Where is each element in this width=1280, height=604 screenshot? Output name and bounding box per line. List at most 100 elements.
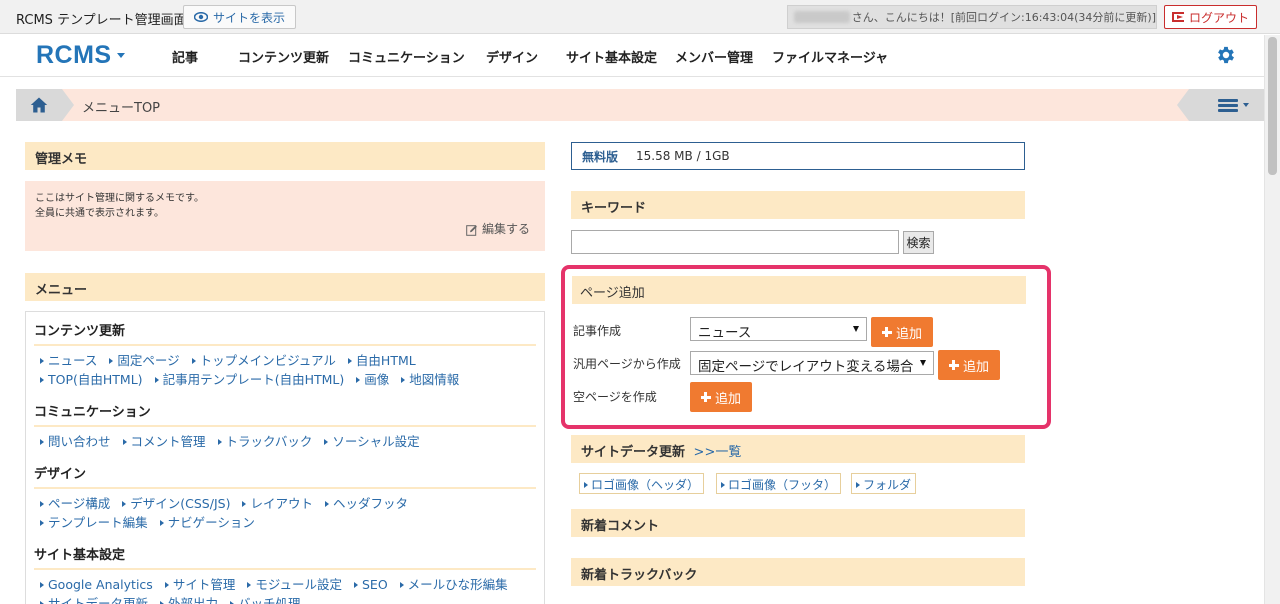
search-button[interactable]: 検索	[903, 231, 934, 254]
memo-box: ここはサイト管理に関するメモです。 全員に共通で表示されます。 編集する	[25, 181, 545, 251]
brand-logo[interactable]: RCMS	[36, 41, 112, 70]
menu-link-fixed-page[interactable]: 固定ページ	[109, 351, 179, 370]
chevron-down-icon	[920, 360, 926, 366]
menu-section-site-settings: サイト基本設定 Google Analytics サイト管理 モジュール設定 SEO メ…	[34, 544, 536, 604]
menu-link-comments[interactable]: コメント管理	[123, 432, 206, 451]
storage-usage: 無料版 15.58 MB / 1GB	[571, 142, 1025, 170]
logout-label: ログアウト	[1188, 10, 1249, 25]
menu-section-communication: コミュニケーション 問い合わせ コメント管理 トラックバック ソーシャル設定	[34, 401, 536, 451]
site-data-folder[interactable]: フォルダ	[851, 473, 917, 494]
menu-link-top-visual[interactable]: トップメインビジュアル	[192, 351, 336, 370]
site-data-logo-footer[interactable]: ロゴ画像（フッタ）	[716, 473, 842, 494]
add-article-label: 追加	[895, 326, 922, 342]
menu-link-inquiry[interactable]: 問い合わせ	[40, 432, 111, 451]
eye-icon	[194, 12, 208, 22]
breadcrumb-current: メニューTOP	[82, 101, 161, 116]
menu-caret-icon	[1243, 103, 1249, 107]
menu-link-page-structure[interactable]: ページ構成	[40, 494, 110, 513]
logout-icon	[1171, 12, 1184, 22]
nav-item-articles[interactable]: 記事	[172, 47, 198, 66]
site-data-logo-header[interactable]: ロゴ画像（ヘッダ）	[579, 473, 705, 494]
keyword-input[interactable]	[571, 230, 899, 254]
add-empty-page-label: 追加	[714, 391, 741, 407]
menu-link-css-js[interactable]: デザイン(CSS/JS)	[122, 494, 230, 513]
page-scrollbar[interactable]	[1264, 35, 1280, 604]
article-create-label: 記事作成	[573, 324, 622, 338]
add-empty-page-button[interactable]: 追加	[690, 382, 752, 412]
menu-section-design: デザイン ページ構成 デザイン(CSS/JS) レイアウト ヘッダフッタ テンプレート…	[34, 463, 536, 532]
article-type-select[interactable]: ニュース	[690, 317, 867, 341]
app-title: RCMS テンプレート管理画面	[16, 13, 187, 28]
keyword-header: キーワード	[571, 191, 1025, 219]
page-add-header: ページ追加	[572, 276, 1026, 304]
hamburger-icon	[1218, 99, 1238, 112]
add-generic-page-label: 追加	[962, 359, 989, 375]
menu-header: メニュー	[25, 273, 545, 301]
view-site-label: サイトを表示	[213, 10, 286, 25]
plus-icon	[881, 327, 892, 337]
menu-link-google-analytics[interactable]: Google Analytics	[40, 575, 153, 594]
menu-section-content: コンテンツ更新 ニュース 固定ページ トップメインビジュアル 自由HTML TOP(自…	[34, 320, 536, 389]
site-data-list-link[interactable]: >>一覧	[694, 445, 742, 460]
storage-amount: 15.58 MB / 1GB	[636, 149, 730, 163]
menu-button[interactable]	[1189, 89, 1264, 121]
site-data-title: サイトデータ更新	[581, 445, 686, 460]
generic-page-select[interactable]: 固定ページでレイアウト変える場合	[690, 351, 934, 375]
menu-link-seo[interactable]: SEO	[354, 575, 388, 594]
menu-link-images[interactable]: 画像	[356, 370, 389, 389]
site-data-header: サイトデータ更新 >>一覧	[571, 435, 1025, 463]
view-site-button[interactable]: サイトを表示	[183, 5, 297, 29]
generic-page-value: 固定ページでレイアウト変える場合	[698, 359, 914, 375]
menu-link-map[interactable]: 地図情報	[401, 370, 459, 389]
menu-link-news[interactable]: ニュース	[40, 351, 97, 370]
menu-link-navigation[interactable]: ナビゲーション	[160, 513, 255, 532]
nav-item-site-settings[interactable]: サイト基本設定	[566, 47, 657, 66]
storage-plan: 無料版	[582, 149, 619, 164]
add-generic-page-button[interactable]: 追加	[938, 350, 1000, 380]
main-nav: RCMS 記事 コンテンツ更新 コミュニケーション デザイン サイト基本設定 メ…	[0, 35, 1264, 77]
brand-caret-icon[interactable]	[117, 53, 125, 58]
nav-item-member-management[interactable]: メンバー管理	[675, 47, 753, 66]
plus-icon	[700, 392, 711, 402]
logout-button[interactable]: ログアウト	[1164, 5, 1257, 29]
menu-link-template-edit[interactable]: テンプレート編集	[40, 513, 148, 532]
greeting: さん、こんにちは！[前回ログイン:16:43:04(34分前に更新)]	[787, 5, 1157, 29]
username-redacted	[794, 11, 850, 23]
menu-link-trackback[interactable]: トラックバック	[218, 432, 313, 451]
menu-link-site-management[interactable]: サイト管理	[165, 575, 236, 594]
memo-line-1: ここはサイト管理に関するメモです。	[35, 193, 204, 204]
menu-link-top-free-html[interactable]: TOP(自由HTML)	[40, 370, 143, 389]
nav-item-communication[interactable]: コミュニケーション	[348, 47, 465, 66]
add-article-button[interactable]: 追加	[871, 317, 933, 347]
menu-link-article-template[interactable]: 記事用テンプレート(自由HTML)	[155, 370, 345, 389]
generic-page-label: 汎用ページから作成	[573, 357, 681, 371]
menu-box: コンテンツ更新 ニュース 固定ページ トップメインビジュアル 自由HTML TOP(自…	[25, 311, 545, 604]
memo-edit-label: 編集する	[481, 222, 530, 236]
menu-link-external-output[interactable]: 外部出力	[160, 594, 218, 604]
plus-icon	[948, 360, 959, 370]
memo-edit-link[interactable]: 編集する	[466, 222, 530, 237]
scrollbar-thumb[interactable]	[1268, 37, 1277, 175]
menu-section-title: コンテンツ更新	[34, 320, 536, 346]
empty-page-label: 空ページを作成	[573, 390, 657, 404]
menu-link-header-footer[interactable]: ヘッダフッタ	[325, 494, 408, 513]
menu-section-title: デザイン	[34, 463, 536, 489]
menu-link-social[interactable]: ソーシャル設定	[324, 432, 419, 451]
greeting-text: さん、こんにちは！[前回ログイン:16:43:04(34分前に更新)]	[851, 11, 1156, 24]
menu-link-site-data-update[interactable]: サイトデータ更新	[40, 594, 148, 604]
home-button-arrow	[62, 89, 74, 121]
menu-link-layout[interactable]: レイアウト	[242, 494, 313, 513]
menu-link-batch[interactable]: バッチ処理	[230, 594, 301, 604]
menu-link-module-settings[interactable]: モジュール設定	[247, 575, 342, 594]
nav-item-file-manager[interactable]: ファイルマネージャ	[772, 47, 888, 66]
nav-item-design[interactable]: デザイン	[486, 47, 538, 66]
new-trackbacks-header: 新着トラックバック	[571, 558, 1025, 586]
gear-icon[interactable]	[1215, 44, 1237, 66]
new-comments-header: 新着コメント	[571, 509, 1025, 537]
home-icon[interactable]	[30, 96, 48, 114]
nav-item-content-update[interactable]: コンテンツ更新	[238, 47, 329, 66]
menu-link-mail-template[interactable]: メールひな形編集	[400, 575, 508, 594]
menu-link-free-html[interactable]: 自由HTML	[348, 351, 416, 370]
pencil-icon	[466, 224, 477, 236]
menu-section-title: コミュニケーション	[34, 401, 536, 427]
